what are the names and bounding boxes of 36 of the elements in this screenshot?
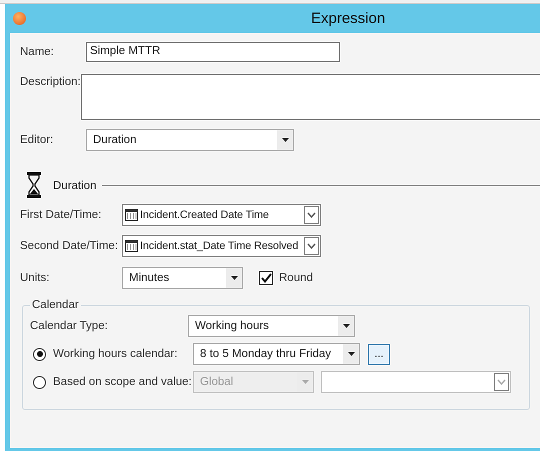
calendar-icon <box>125 240 138 252</box>
name-field[interactable]: Simple MTTR <box>86 42 340 62</box>
group-title: Calendar <box>31 299 80 311</box>
app-icon <box>13 12 26 25</box>
dropdown-arrow-icon <box>342 324 350 328</box>
calendar-type-dropdown[interactable]: Working hours <box>188 315 355 337</box>
section-title: Duration <box>53 180 96 192</box>
field-label: Editor: <box>20 134 54 146</box>
hourglass-icon <box>27 172 41 198</box>
radio-label: Based on scope and value: <box>53 376 193 388</box>
second-date-combo[interactable]: Incident.stat_Date Time Resolved <box>122 235 321 257</box>
field-label: First Date/Time: <box>20 209 102 221</box>
round-checkbox[interactable] <box>259 271 273 285</box>
chevron-down-icon <box>307 212 316 218</box>
editor-dropdown[interactable]: Duration <box>86 129 294 151</box>
calendar-dropdown[interactable]: 8 to 5 Monday thru Friday <box>193 343 360 365</box>
units-dropdown[interactable]: Minutes <box>122 267 243 289</box>
field-label: Units: <box>20 272 50 284</box>
chevron-down-icon <box>307 243 316 249</box>
dropdown-arrow-icon <box>230 276 238 280</box>
description-field[interactable] <box>80 74 540 120</box>
calendar-icon <box>125 209 138 221</box>
field-label: Second Date/Time: <box>20 240 120 252</box>
browse-button[interactable]: ... <box>368 344 390 364</box>
window-title: Expression <box>311 10 386 27</box>
checkbox-label: Round <box>279 272 313 284</box>
dropdown-arrow-icon <box>348 352 354 356</box>
first-date-combo[interactable]: Incident.Created Date Time <box>122 204 321 226</box>
field-label: Name: <box>20 46 55 58</box>
chevron-down-icon <box>497 379 506 385</box>
radio-button[interactable] <box>33 348 46 360</box>
radio-label: Working hours calendar: <box>53 348 178 360</box>
field-label: Calendar Type: <box>30 320 109 332</box>
dropdown-arrow-icon <box>302 380 308 384</box>
field-label: Description: <box>20 75 81 88</box>
dropdown-arrow-icon <box>282 138 288 142</box>
